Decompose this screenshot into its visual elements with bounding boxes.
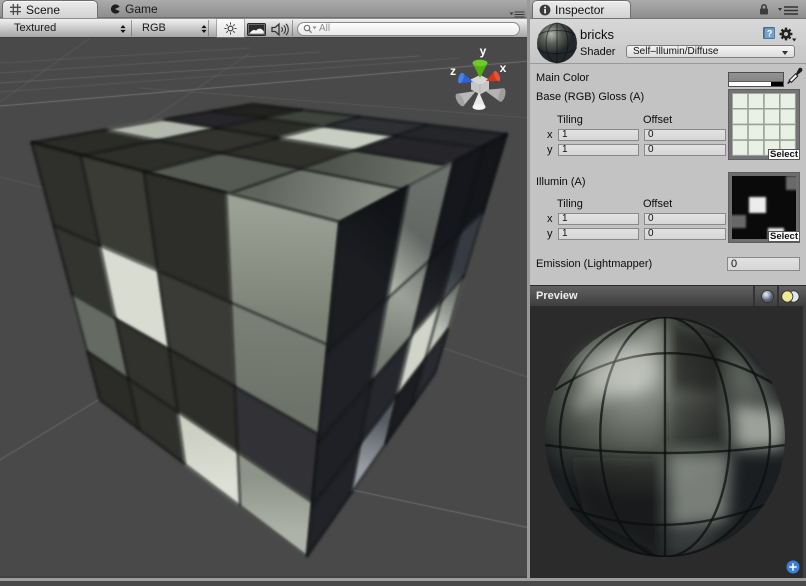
svg-text:z: z (450, 64, 456, 78)
svg-text:?: ? (767, 29, 773, 39)
svg-text:y: y (480, 44, 487, 58)
svg-text:x: x (500, 61, 507, 75)
